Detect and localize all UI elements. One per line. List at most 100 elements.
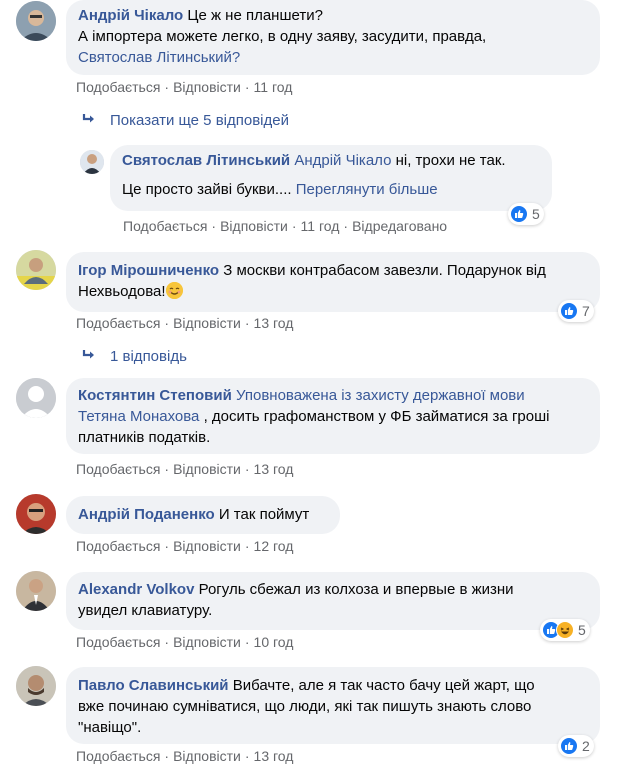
reaction-count: 5 [532, 206, 540, 222]
like-link[interactable]: Подобається [76, 315, 160, 331]
like-link[interactable]: Подобається [76, 538, 160, 554]
reply-link[interactable]: Відповісти [173, 315, 241, 331]
reply-arrow-icon [82, 348, 96, 365]
separator-dot: · [164, 315, 170, 331]
comment-time[interactable]: 13 год [254, 315, 294, 331]
separator-dot: · [244, 79, 250, 95]
separator-dot: · [244, 634, 250, 650]
like-link[interactable]: Подобається [76, 634, 160, 650]
comment-text: платників податків. [78, 429, 211, 446]
comment-text: "навіщо". [78, 719, 142, 736]
comment-bubble: Костянтин Степовий Уповноважена із захис… [66, 378, 600, 454]
separator-dot: · [244, 748, 250, 764]
mention-link[interactable]: Тетяна Монахова [78, 408, 199, 425]
comment-actions: Подобається · Відповісти · 13 год [76, 748, 293, 764]
avatar-photo-icon [16, 1, 56, 41]
comment-text: , досить графоманством у ФБ займатися за… [203, 408, 550, 425]
reactions-summary[interactable]: 5 [540, 619, 590, 641]
show-more-replies-label[interactable]: Показати ще 5 відповідей [110, 112, 289, 129]
comment-bubble: Павло Славинський Вибачте, але я так час… [66, 667, 600, 744]
smiling-face-emoji [165, 282, 183, 299]
reply-link[interactable]: Відповісти [173, 634, 241, 650]
haha-icon [556, 621, 574, 639]
reply-link[interactable]: Відповісти [173, 538, 241, 554]
comment-actions: Подобається · Відповісти · 12 год [76, 538, 293, 554]
comment-text: Вибачте, але я так часто бачу цей жарт, … [232, 677, 535, 694]
thumbs-up-icon [510, 205, 528, 223]
avatar[interactable] [16, 250, 56, 290]
comment-time[interactable]: 12 год [254, 538, 294, 554]
comment-author[interactable]: Alexandr Volkov [78, 581, 194, 598]
comment-text: А імпортера можете легко, в одну заяву, … [78, 28, 487, 45]
show-more-replies[interactable]: Показати ще 5 відповідей [82, 112, 289, 129]
separator-dot: · [211, 218, 217, 234]
avatar-photo-icon [16, 250, 56, 290]
avatar-photo-icon [16, 666, 56, 706]
comment-time[interactable]: 13 год [254, 461, 294, 477]
avatar[interactable] [80, 150, 104, 174]
reaction-count: 2 [582, 738, 590, 754]
like-link[interactable]: Подобається [123, 218, 207, 234]
separator-dot: · [244, 461, 250, 477]
comment-text: увидел клавиатуру. [78, 602, 213, 619]
avatar[interactable] [16, 378, 56, 418]
separator-dot: · [343, 218, 349, 234]
separator-dot: · [291, 218, 297, 234]
like-link[interactable]: Подобається [76, 79, 160, 95]
avatar-photo-icon [16, 571, 56, 611]
reply-link[interactable]: Відповісти [220, 218, 288, 234]
comment-author[interactable]: Павло Славинський [78, 677, 229, 694]
comment-author[interactable]: Ігор Мірошниченко [78, 262, 219, 279]
avatar[interactable] [16, 571, 56, 611]
avatar[interactable] [16, 666, 56, 706]
avatar[interactable] [16, 494, 56, 534]
mention-link[interactable]: Святослав Літинський? [78, 49, 240, 66]
comment-author[interactable]: Святослав Літинський [122, 152, 290, 169]
comment-text: вже починаю сумніватися, що люди, які та… [78, 698, 532, 715]
mention-link[interactable]: Андрій Чікало [294, 152, 391, 169]
reactions-summary[interactable]: 2 [558, 735, 594, 757]
comment-time[interactable]: 11 год [254, 79, 293, 95]
view-replies-label[interactable]: 1 відповідь [110, 348, 187, 365]
avatar-photo-icon [16, 494, 56, 534]
separator-dot: · [164, 538, 170, 554]
comment-actions: Подобається · Відповісти · 13 год [76, 461, 293, 477]
reaction-count: 5 [578, 622, 586, 638]
view-replies[interactable]: 1 відповідь [82, 348, 187, 365]
comment-time[interactable]: 11 год [301, 218, 340, 234]
default-avatar-icon [16, 378, 56, 418]
see-more-link[interactable]: Переглянути більше [296, 181, 438, 198]
mention-link[interactable]: Уповноважена із захисту державної мови [236, 387, 525, 404]
comment-text: Це ж не планшети? [187, 7, 323, 24]
separator-dot: · [244, 315, 250, 331]
edited-label[interactable]: Відредаговано [352, 218, 447, 234]
reply-bubble: Святослав Літинський Андрій Чікало ні, т… [110, 145, 552, 211]
comment-text: Рогуль сбежал из колхоза и впервые в жиз… [198, 581, 514, 598]
like-link[interactable]: Подобається [76, 748, 160, 764]
comment-text: З москви контрабасом завезли. Подарунок … [223, 262, 546, 279]
separator-dot: · [164, 748, 170, 764]
avatar[interactable] [16, 1, 56, 41]
comment-author[interactable]: Андрій Чікало [78, 7, 183, 24]
thumbs-up-icon [560, 737, 578, 755]
reaction-count: 7 [582, 303, 590, 319]
comment-actions: Подобається · Відповісти · 11 год · Відредагов… [123, 218, 447, 234]
separator-dot: · [164, 79, 170, 95]
comment-text: ні, трохи не так. [395, 152, 506, 169]
comment-author[interactable]: Андрій Поданенко [78, 506, 215, 523]
separator-dot: · [244, 538, 250, 554]
reply-link[interactable]: Відповісти [173, 461, 241, 477]
reactions-summary[interactable]: 5 [508, 203, 544, 225]
separator-dot: · [164, 461, 170, 477]
avatar-photo-icon [80, 150, 104, 174]
thumbs-up-icon [560, 302, 578, 320]
comment-author[interactable]: Костянтин Степовий [78, 387, 232, 404]
separator-dot: · [164, 634, 170, 650]
like-link[interactable]: Подобається [76, 461, 160, 477]
comment-time[interactable]: 13 год [254, 748, 294, 764]
comment-time[interactable]: 10 год [254, 634, 294, 650]
reactions-summary[interactable]: 7 [558, 300, 594, 322]
comment-text: Нехвьодова! [78, 283, 166, 300]
reply-link[interactable]: Відповісти [173, 79, 241, 95]
reply-link[interactable]: Відповісти [173, 748, 241, 764]
